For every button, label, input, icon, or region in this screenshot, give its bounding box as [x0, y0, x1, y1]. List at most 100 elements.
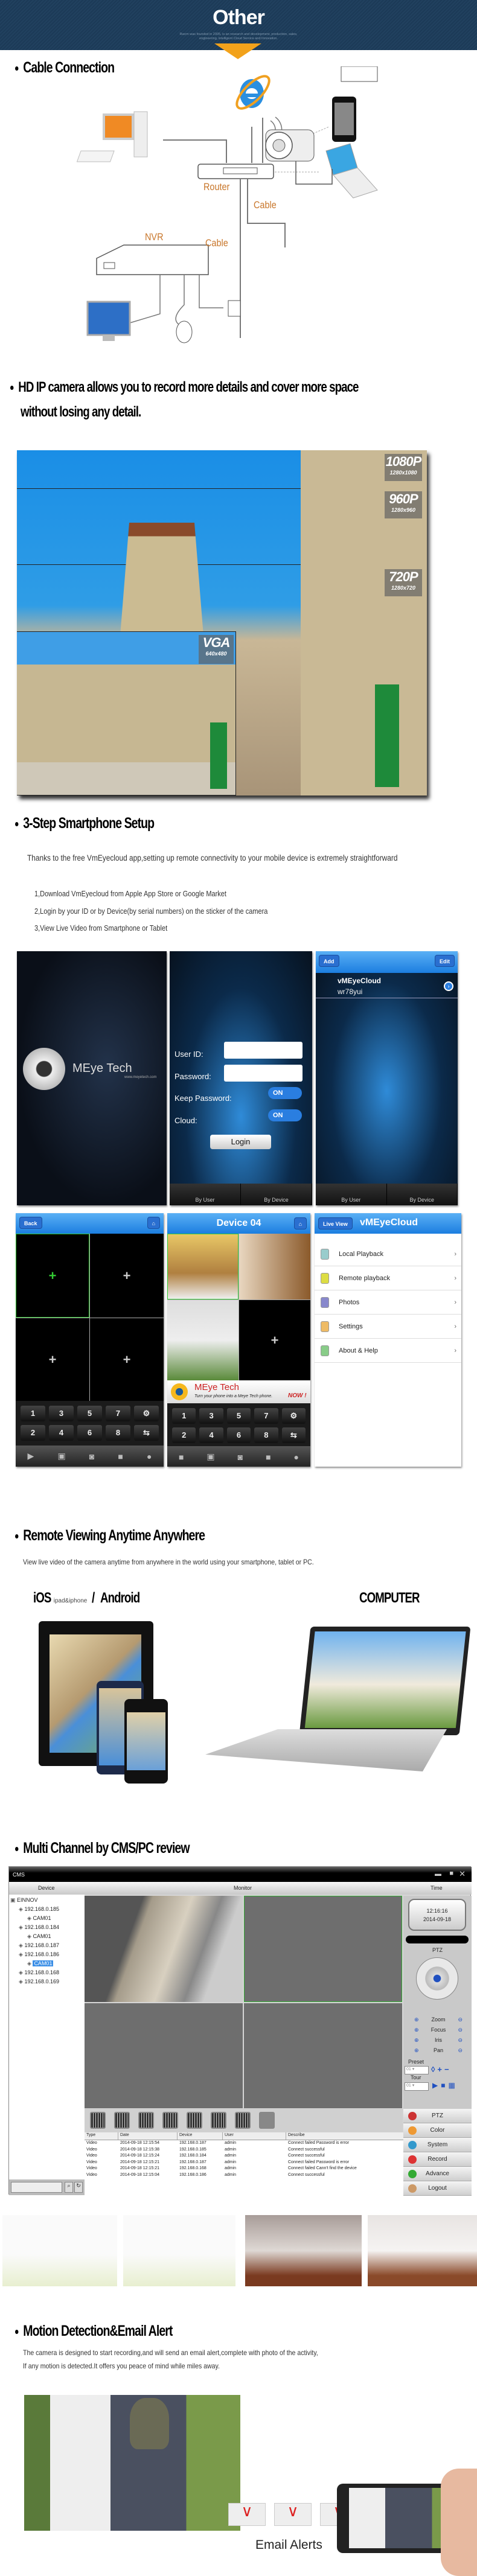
bulb-icon[interactable]: ● [294, 1452, 299, 1462]
close-video-icon[interactable]: ▣ [57, 1451, 65, 1461]
channel-key[interactable]: ⇆ [134, 1425, 159, 1441]
search-icon[interactable]: ⌕ [65, 2182, 73, 2193]
layout-grid-button[interactable] [187, 2112, 202, 2129]
menu-item[interactable]: Local Playback › [315, 1242, 461, 1266]
tree-node[interactable]: ◈ 192.168.0.169 [19, 1978, 59, 1985]
ptz-plus-button[interactable]: ⊕ [414, 2037, 419, 2044]
layout-grid-button[interactable] [211, 2112, 226, 2129]
add-button[interactable]: Add [319, 955, 339, 967]
tree-node[interactable]: ◈ 192.168.0.184 [19, 1924, 59, 1931]
channel-key[interactable]: 6 [226, 1427, 251, 1443]
camera-feed[interactable] [239, 1234, 310, 1299]
log-row[interactable]: Video 2014-09-18 12:15:54 192.168.0.187 adm… [85, 2140, 409, 2147]
record-icon[interactable]: ■ [266, 1452, 271, 1462]
ptz-joystick[interactable] [416, 1957, 458, 2000]
snapshot-icon[interactable]: ◙ [238, 1452, 243, 1462]
search-input[interactable] [11, 2182, 62, 2193]
add-channel-icon[interactable]: + [16, 1234, 89, 1318]
bulb-icon[interactable]: ● [147, 1452, 152, 1461]
stop-icon[interactable]: ■ [179, 1452, 184, 1462]
device-list-item[interactable]: vMEyeCloud wr78yui › [316, 974, 458, 998]
channel-key[interactable]: 8 [254, 1427, 278, 1443]
tour-buttons[interactable]: ▶■▦ [432, 2081, 458, 2090]
log-row[interactable]: Video 2014-09-18 12:15:21 192.168.0.187 adm… [85, 2160, 409, 2166]
snapshot-icon[interactable]: ◙ [89, 1452, 94, 1461]
log-row[interactable]: Video 2014-09-18 12:15:04 192.168.0.186 adm… [85, 2172, 409, 2179]
layout-grid-button[interactable] [90, 2112, 106, 2129]
tab-by-user[interactable]: By User [170, 1184, 241, 1205]
ptz-plus-button[interactable]: ⊕ [414, 2027, 419, 2033]
minimize-icon[interactable]: ▬ [435, 1870, 441, 1878]
cms-menu-ptz[interactable]: PTZ [403, 2109, 472, 2123]
channel-key[interactable]: 2 [172, 1427, 196, 1443]
tree-node[interactable]: ◈ CAM01 [27, 1933, 51, 1940]
cms-menu-record[interactable]: Record [403, 2152, 472, 2167]
login-button[interactable]: Login [210, 1135, 271, 1149]
menu-item[interactable]: About & Help › [315, 1339, 461, 1363]
tab-by-device[interactable]: By Device [387, 1184, 458, 1205]
tree-node[interactable]: ◈ 192.168.0.186 [19, 1951, 59, 1958]
home-icon[interactable]: ⌂ [293, 1217, 307, 1229]
cms-menu-color[interactable]: Color [403, 2123, 472, 2138]
close-icon[interactable]: ✕ [459, 1869, 466, 1879]
layout-grid-button[interactable] [114, 2112, 130, 2129]
add-channel-icon[interactable]: + [16, 1318, 89, 1401]
ad-banner[interactable]: MEye Tech Turn your phone into a Meye Te… [167, 1380, 310, 1403]
channel-key[interactable]: ⚙ [134, 1406, 159, 1421]
menu-item[interactable]: Remote playback › [315, 1266, 461, 1290]
ptz-plus-button[interactable]: ⊕ [414, 2016, 419, 2023]
close-video-icon[interactable]: ▣ [206, 1452, 214, 1462]
maximize-icon[interactable]: ■ [449, 1870, 453, 1877]
log-column-header[interactable]: Type [85, 2132, 118, 2140]
add-channel-icon[interactable]: + [90, 1318, 164, 1401]
menu-item[interactable]: Photos › [315, 1290, 461, 1315]
keep-password-toggle[interactable]: ON [268, 1087, 302, 1099]
channel-key[interactable]: 4 [199, 1427, 223, 1443]
menu-item[interactable]: Settings › [315, 1315, 461, 1339]
back-button[interactable]: Back [19, 1217, 42, 1229]
preset-buttons[interactable]: ◊+− [431, 2065, 452, 2074]
channel-key[interactable]: 5 [77, 1406, 102, 1421]
chevron-right-icon[interactable]: › [444, 981, 453, 991]
log-row[interactable]: Video 2014-09-18 12:15:21 192.168.0.168 adm… [85, 2166, 409, 2172]
fullscreen-icon[interactable] [259, 2112, 275, 2129]
channel-key[interactable]: 8 [106, 1425, 130, 1441]
cms-menu-system[interactable]: System [403, 2138, 472, 2152]
channel-key[interactable]: 7 [106, 1406, 130, 1421]
channel-key[interactable]: 6 [77, 1425, 102, 1441]
cms-menu-logout[interactable]: Logout [403, 2181, 472, 2196]
channel-key[interactable]: 7 [254, 1408, 278, 1424]
ptz-plus-button[interactable]: ⊕ [414, 2047, 419, 2054]
password-input[interactable] [224, 1065, 303, 1082]
channel-key[interactable]: 4 [49, 1425, 74, 1441]
tree-node[interactable]: ◈ CAM01 [27, 1915, 51, 1922]
log-row[interactable]: Video 2014-09-18 12:15:24 192.168.0.184 adm… [85, 2153, 409, 2160]
channel-key[interactable]: 1 [21, 1406, 45, 1421]
tab-by-user[interactable]: By User [316, 1184, 387, 1205]
channel-key[interactable]: 1 [172, 1408, 196, 1424]
add-channel-icon[interactable]: + [239, 1300, 310, 1380]
play-icon[interactable]: ▶ [28, 1451, 34, 1461]
log-column-header[interactable]: Device [178, 2132, 223, 2140]
ptz-minus-button[interactable]: ⊖ [458, 2027, 463, 2033]
tree-node[interactable]: ◈ 192.168.0.168 [19, 1969, 59, 1976]
video-channel-1[interactable] [85, 1896, 243, 2002]
tree-node[interactable]: ◈ CAM01 [27, 1960, 54, 1967]
ptz-minus-button[interactable]: ⊖ [458, 2047, 463, 2054]
video-channel-4[interactable] [244, 2003, 402, 2108]
channel-key[interactable]: 2 [21, 1425, 45, 1441]
camera-feed[interactable] [167, 1234, 238, 1299]
layout-grid-button[interactable] [162, 2112, 178, 2129]
tour-select[interactable]: 01 ▾ [405, 2082, 429, 2091]
channel-key[interactable]: 5 [226, 1408, 251, 1424]
channel-key[interactable]: ⚙ [281, 1408, 306, 1424]
user-id-input[interactable] [224, 1042, 303, 1059]
log-column-header[interactable]: Describe [286, 2132, 409, 2140]
layout-grid-button[interactable] [138, 2112, 154, 2129]
channel-key[interactable]: 3 [49, 1406, 74, 1421]
add-channel-icon[interactable]: + [90, 1234, 164, 1318]
layout-grid-button[interactable] [235, 2112, 251, 2129]
tree-node[interactable]: ▣ EINNOV [10, 1897, 38, 1904]
ptz-minus-button[interactable]: ⊖ [458, 2016, 463, 2023]
log-column-header[interactable]: Date [118, 2132, 178, 2140]
